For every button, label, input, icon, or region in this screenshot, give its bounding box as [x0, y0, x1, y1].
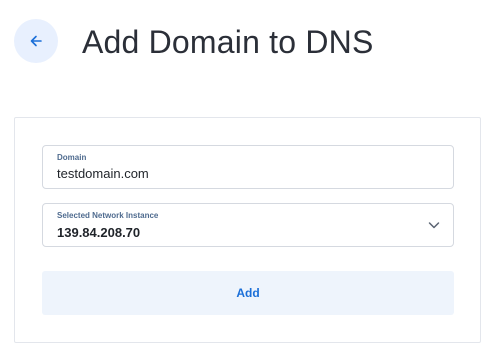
- arrow-left-icon: [30, 35, 42, 47]
- network-instance-select[interactable]: Selected Network Instance 139.84.208.70: [42, 203, 454, 247]
- domain-field-value[interactable]: testdomain.com: [57, 165, 149, 183]
- network-instance-label: Selected Network Instance: [57, 211, 159, 220]
- add-button[interactable]: Add: [42, 271, 454, 315]
- page-header: Add Domain to DNS: [0, 0, 494, 90]
- domain-field-label: Domain: [57, 153, 87, 162]
- back-button[interactable]: [14, 19, 58, 63]
- form-card: Domain testdomain.com Selected Network I…: [14, 117, 481, 343]
- page-title: Add Domain to DNS: [82, 24, 374, 60]
- network-instance-value: 139.84.208.70: [57, 225, 141, 240]
- domain-field[interactable]: Domain testdomain.com: [42, 145, 454, 189]
- chevron-down-icon[interactable]: [427, 218, 441, 232]
